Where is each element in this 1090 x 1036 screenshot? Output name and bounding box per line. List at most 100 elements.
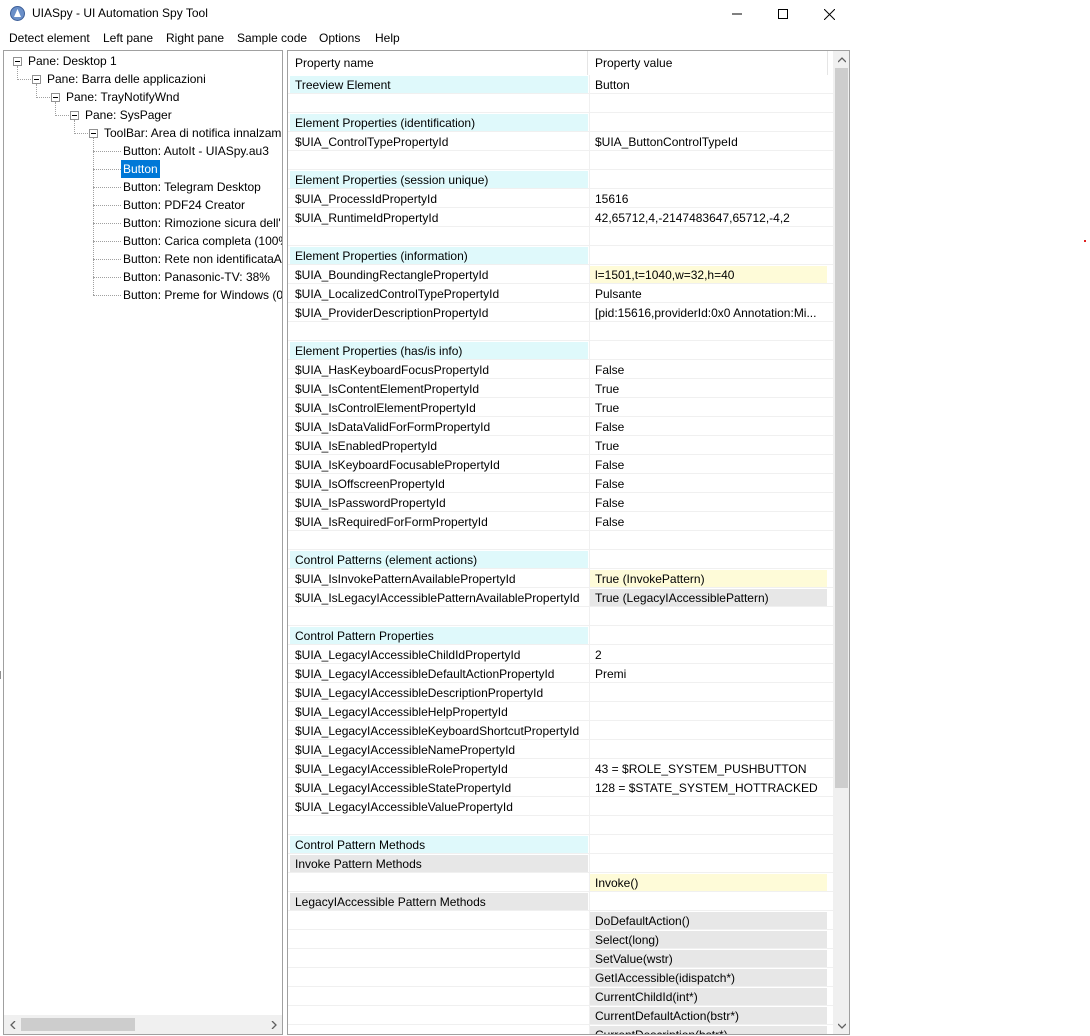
property-name-cell: $UIA_LegacyIAccessibleDefaultActionPrope… [295,667,555,681]
property-row[interactable]: Element Properties (has/is info) [288,341,833,360]
property-row[interactable]: $UIA_IsDataValidForFormPropertyId False [288,417,833,436]
property-row[interactable]: $UIA_LegacyIAccessibleKeyboardShortcutPr… [288,721,833,740]
vertical-scroll-thumb[interactable] [835,68,848,788]
property-row[interactable]: $UIA_ControlTypePropertyId $UIA_ButtonCon… [288,132,833,151]
property-value-cell: Premi [595,667,627,681]
menu-sample-code[interactable]: Sample code [237,31,307,45]
menu-detect-element[interactable]: Detect element [9,31,90,45]
element-tree[interactable]: Pane: Desktop 1 Pane: Barra delle applic… [4,51,282,1014]
property-row[interactable]: Element Properties (session unique) [288,170,833,189]
property-row[interactable]: Element Properties (information) [288,246,833,265]
property-row[interactable]: CurrentDescription(bstr*) [288,1025,833,1034]
property-row[interactable]: Control Patterns (element actions) [288,550,833,569]
property-value-cell: CurrentDescription(bstr*) [590,1026,827,1034]
tree-expander-collapse[interactable] [70,111,79,120]
property-list-pane[interactable]: Property name Property value Treeview El… [287,50,850,1035]
scroll-right-button[interactable] [265,1015,282,1034]
element-tree-pane[interactable]: Pane: Desktop 1 Pane: Barra delle applic… [3,50,283,1035]
property-row[interactable]: $UIA_IsOffscreenPropertyId False [288,474,833,493]
tree-expander-collapse[interactable] [51,93,60,102]
tree-expander-collapse[interactable] [32,75,41,84]
property-row[interactable]: $UIA_ProviderDescriptionPropertyId [pid:1… [288,303,833,322]
property-row[interactable]: $UIA_HasKeyboardFocusPropertyId False [288,360,833,379]
property-name-cell [290,931,588,949]
tree-node-button-preme[interactable]: Button: Preme for Windows (0 [121,286,282,304]
property-row[interactable]: $UIA_IsEnabledPropertyId True [288,436,833,455]
tree-node-button-safe-removal[interactable]: Button: Rimozione sicura dell' [121,214,282,232]
property-row[interactable]: $UIA_IsKeyboardFocusablePropertyId False [288,455,833,474]
property-row[interactable]: $UIA_LegacyIAccessibleNamePropertyId [288,740,833,759]
property-row[interactable] [288,607,833,626]
maximize-button[interactable] [760,0,806,28]
tree-node-syspager[interactable]: Pane: SysPager [83,106,174,124]
menu-options[interactable]: Options [319,31,360,45]
property-row[interactable]: $UIA_LocalizedControlTypePropertyId Pulsa… [288,284,833,303]
tree-node-traynotifywnd[interactable]: Pane: TrayNotifyWnd [64,88,181,106]
scroll-up-button[interactable] [833,51,849,68]
tree-node-desktop[interactable]: Pane: Desktop 1 [26,52,119,70]
property-row[interactable]: $UIA_LegacyIAccessibleDefaultActionPrope… [288,664,833,683]
property-row[interactable]: $UIA_IsPasswordPropertyId False [288,493,833,512]
minimize-icon [732,13,742,15]
property-row[interactable]: $UIA_LegacyIAccessibleHelpPropertyId [288,702,833,721]
column-divider [589,75,590,1034]
horizontal-scroll-thumb[interactable] [21,1018,135,1031]
property-row[interactable]: $UIA_IsInvokePatternAvailablePropertyId T… [288,569,833,588]
property-row[interactable]: SetValue(wstr) [288,949,833,968]
property-row[interactable]: LegacyIAccessible Pattern Methods [288,892,833,911]
menu-left-pane[interactable]: Left pane [103,31,153,45]
column-header-property-value[interactable]: Property value [588,51,828,75]
property-row[interactable]: Control Pattern Methods [288,835,833,854]
property-row[interactable] [288,816,833,835]
property-row[interactable]: $UIA_BoundingRectanglePropertyId l=1501,t… [288,265,833,284]
property-rows: Treeview Element Button Element Properties… [288,75,833,1034]
tree-expander-collapse[interactable] [13,57,22,66]
tree-node-button-selected[interactable]: Button [121,160,160,178]
vertical-scrollbar[interactable] [833,51,849,1034]
tree-node-taskbar[interactable]: Pane: Barra delle applicazioni [45,70,208,88]
property-row[interactable]: GetIAccessible(idispatch*) [288,968,833,987]
property-row[interactable]: $UIA_IsRequiredForFormPropertyId False [288,512,833,531]
property-row[interactable]: $UIA_LegacyIAccessibleDescriptionPropert… [288,683,833,702]
property-row[interactable] [288,322,833,341]
property-row[interactable]: $UIA_IsLegacyIAccessiblePatternAvailable… [288,588,833,607]
horizontal-scrollbar[interactable] [4,1015,282,1034]
menu-right-pane[interactable]: Right pane [166,31,224,45]
property-row[interactable]: $UIA_LegacyIAccessibleRolePropertyId 43 =… [288,759,833,778]
property-row[interactable]: $UIA_IsContentElementPropertyId True [288,379,833,398]
property-row[interactable]: $UIA_LegacyIAccessibleStatePropertyId 128… [288,778,833,797]
property-value-cell: True (LegacyIAccessiblePattern) [590,589,827,607]
tree-node-button-network[interactable]: Button: Rete non identificataA [121,250,282,268]
tree-node-toolbar[interactable]: ToolBar: Area di notifica innalzam [102,124,282,142]
property-row[interactable]: Treeview Element Button [288,75,833,94]
property-row[interactable]: CurrentChildId(int*) [288,987,833,1006]
tree-node-button-autoit[interactable]: Button: AutoIt - UIASpy.au3 [121,142,271,160]
property-row[interactable]: Control Pattern Properties [288,626,833,645]
property-row[interactable] [288,94,833,113]
property-row[interactable]: CurrentDefaultAction(bstr*) [288,1006,833,1025]
property-row[interactable] [288,227,833,246]
scroll-left-button[interactable] [4,1015,21,1034]
tree-node-button-telegram[interactable]: Button: Telegram Desktop [121,178,263,196]
property-row[interactable]: Invoke Pattern Methods [288,854,833,873]
scroll-down-button[interactable] [833,1017,849,1034]
property-row[interactable]: Select(long) [288,930,833,949]
property-row[interactable]: Element Properties (identification) [288,113,833,132]
tree-node-button-panasonic[interactable]: Button: Panasonic-TV: 38% [121,268,272,286]
property-row[interactable]: $UIA_LegacyIAccessibleChildIdPropertyId 2 [288,645,833,664]
property-row[interactable]: $UIA_LegacyIAccessibleValuePropertyId [288,797,833,816]
property-row[interactable]: Invoke() [288,873,833,892]
minimize-button[interactable] [714,0,760,28]
property-row[interactable] [288,151,833,170]
tree-node-button-pdf24[interactable]: Button: PDF24 Creator [121,196,247,214]
property-row[interactable]: $UIA_RuntimeIdPropertyId 42,65712,4,-2147… [288,208,833,227]
column-header-property-name[interactable]: Property name [288,51,588,75]
property-row[interactable]: $UIA_IsControlElementPropertyId True [288,398,833,417]
tree-node-button-battery[interactable]: Button: Carica completa (100% [121,232,282,250]
menu-help[interactable]: Help [375,31,400,45]
tree-expander-collapse[interactable] [89,129,98,138]
property-row[interactable]: DoDefaultAction() [288,911,833,930]
property-row[interactable] [288,531,833,550]
property-row[interactable]: $UIA_ProcessIdPropertyId 15616 [288,189,833,208]
close-button[interactable] [806,0,852,28]
